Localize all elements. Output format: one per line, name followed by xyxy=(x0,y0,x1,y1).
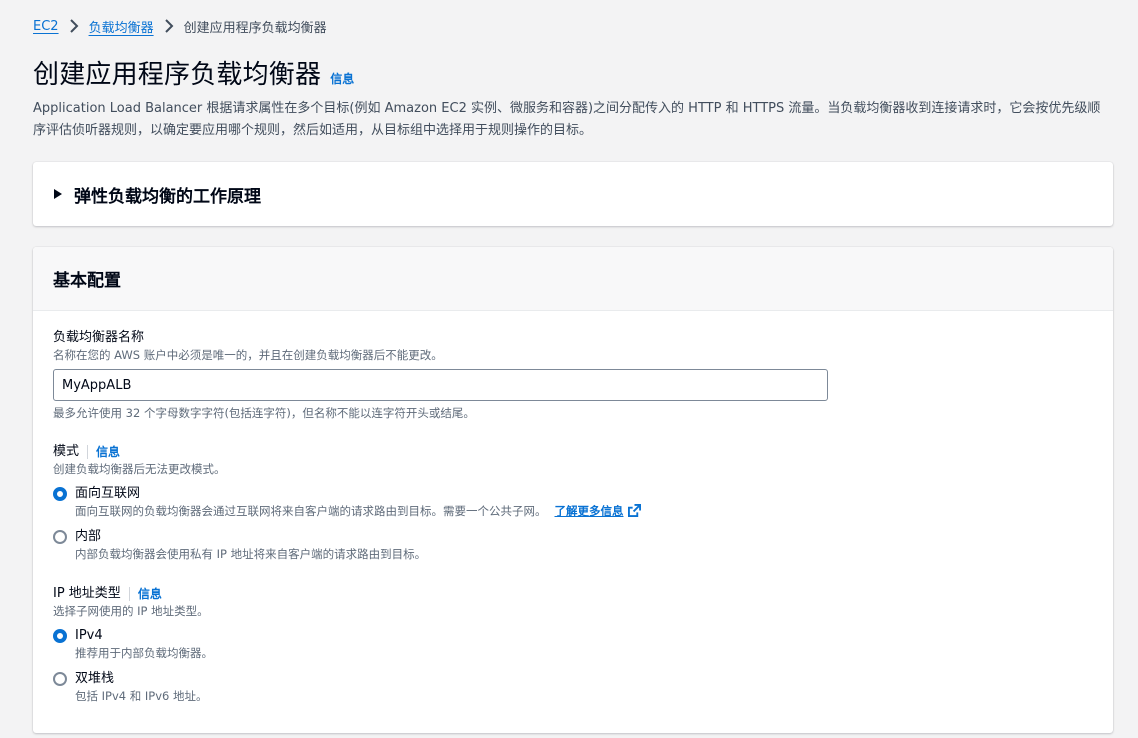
ip-type-option-ipv4[interactable]: IPv4 推荐用于内部负载均衡器。 xyxy=(53,627,1093,662)
lb-name-constraint: 最多允许使用 32 个字母数字字符(包括连字符)，但名称不能以连字符开头或结尾。 xyxy=(53,406,475,420)
page-title: 创建应用程序负载均衡器 xyxy=(33,60,322,90)
label-divider xyxy=(87,445,89,459)
breadcrumb-load-balancers-link[interactable]: 负载均衡器 xyxy=(89,17,154,36)
scheme-option-internal[interactable]: 内部 内部负载均衡器会使用私有 IP 地址将来自客户端的请求路由到目标。 xyxy=(53,528,1093,563)
scheme-description: 创建负载均衡器后无法更改模式。 xyxy=(53,462,226,476)
lb-name-description: 名称在您的 AWS 账户中必须是唯一的，并且在创建负载均衡器后不能更改。 xyxy=(53,348,443,362)
scheme-radio-group: 面向互联网 面向互联网的负载均衡器会通过互联网将来自客户端的请求路由到目标。需要… xyxy=(53,485,1093,563)
breadcrumb: EC2 负载均衡器 创建应用程序负载均衡器 xyxy=(33,0,1138,52)
ip-type-radio-group: IPv4 推荐用于内部负载均衡器。 双堆栈 包括 IPv4 和 IPv6 地址。 xyxy=(53,627,1093,705)
lb-name-label: 负载均衡器名称 xyxy=(53,330,145,345)
ip-type-option-dualstack[interactable]: 双堆栈 包括 IPv4 和 IPv6 地址。 xyxy=(53,670,1093,705)
radio-unchecked-icon[interactable] xyxy=(53,530,67,544)
radio-label: IPv4 xyxy=(75,628,103,643)
radio-description: 包括 IPv4 和 IPv6 地址。 xyxy=(75,689,208,703)
scheme-field: 模式 信息 创建负载均衡器后无法更改模式。 面向互联网 面向互联网的负载均衡器会… xyxy=(53,443,1093,563)
how-it-works-expandable[interactable]: 弹性负载均衡的工作原理 xyxy=(33,162,1113,226)
radio-checked-icon[interactable] xyxy=(53,487,67,501)
radio-label: 面向互联网 xyxy=(75,486,141,501)
page-description: Application Load Balancer 根据请求属性在多个目标(例如… xyxy=(33,101,1101,138)
caret-right-icon xyxy=(54,189,62,199)
radio-description: 推荐用于内部负载均衡器。 xyxy=(75,646,213,660)
basic-config-header: 基本配置 xyxy=(33,247,1113,311)
radio-label: 双堆栈 xyxy=(75,671,115,686)
breadcrumb-ec2-link[interactable]: EC2 xyxy=(33,19,59,34)
radio-checked-icon[interactable] xyxy=(53,629,67,643)
page-header: 创建应用程序负载均衡器 信息 xyxy=(33,54,1138,96)
radio-description-text: 面向互联网的负载均衡器会通过互联网将来自客户端的请求路由到目标。需要一个公共子网… xyxy=(75,504,547,518)
ip-type-label: IP 地址类型 xyxy=(53,586,121,601)
basic-config-panel: 基本配置 负载均衡器名称 名称在您的 AWS 账户中必须是唯一的，并且在创建负载… xyxy=(33,247,1113,733)
chevron-right-icon xyxy=(154,19,184,33)
scheme-option-internet-facing[interactable]: 面向互联网 面向互联网的负载均衡器会通过互联网将来自客户端的请求路由到目标。需要… xyxy=(53,485,1093,520)
expandable-title: 弹性负载均衡的工作原理 xyxy=(74,186,261,207)
ip-type-field: IP 地址类型 信息 选择子网使用的 IP 地址类型。 IPv4 推荐用于内部负… xyxy=(53,585,1093,705)
scheme-label-row: 模式 信息 xyxy=(53,443,1093,461)
ip-type-description: 选择子网使用的 IP 地址类型。 xyxy=(53,604,209,618)
lb-name-input[interactable] xyxy=(53,369,828,401)
radio-description: 内部负载均衡器会使用私有 IP 地址将来自客户端的请求路由到目标。 xyxy=(75,547,427,561)
external-link-icon[interactable] xyxy=(627,504,641,517)
scheme-info-link[interactable]: 信息 xyxy=(96,443,120,461)
ip-type-info-link[interactable]: 信息 xyxy=(138,585,162,603)
scheme-label: 模式 xyxy=(53,444,80,459)
label-divider xyxy=(128,587,130,601)
radio-unchecked-icon[interactable] xyxy=(53,672,67,686)
basic-config-title: 基本配置 xyxy=(53,271,121,291)
page-info-link[interactable]: 信息 xyxy=(330,70,354,87)
learn-more-link[interactable]: 了解更多信息 xyxy=(555,504,624,518)
breadcrumb-current: 创建应用程序负载均衡器 xyxy=(183,20,327,36)
chevron-right-icon xyxy=(59,19,89,33)
basic-config-body: 负载均衡器名称 名称在您的 AWS 账户中必须是唯一的，并且在创建负载均衡器后不… xyxy=(33,311,1113,705)
lb-name-field: 负载均衡器名称 名称在您的 AWS 账户中必须是唯一的，并且在创建负载均衡器后不… xyxy=(53,329,1093,421)
radio-description: 面向互联网的负载均衡器会通过互联网将来自客户端的请求路由到目标。需要一个公共子网… xyxy=(75,503,641,520)
ip-type-label-row: IP 地址类型 信息 xyxy=(53,585,1093,603)
radio-label: 内部 xyxy=(75,529,102,544)
